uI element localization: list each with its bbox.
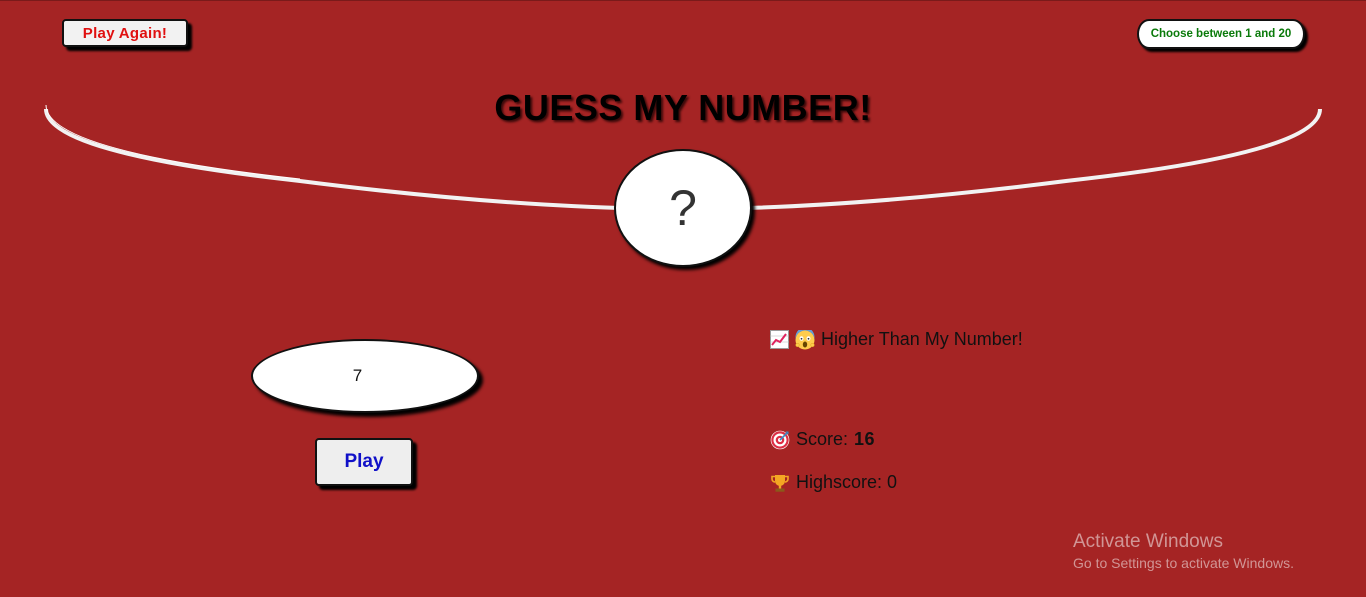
activate-windows-watermark: Activate Windows Go to Settings to activ…: [1073, 531, 1294, 571]
screaming-face-icon: [795, 329, 815, 350]
play-again-button[interactable]: Play Again!: [62, 19, 188, 47]
secret-number-circle: ?: [614, 149, 752, 267]
score-value: 16: [854, 429, 876, 449]
chart-increasing-icon: [770, 330, 789, 349]
highscore-value: 0: [887, 472, 898, 492]
score-label: Score:: [796, 429, 849, 449]
trophy-icon: [770, 473, 790, 493]
highscore-label: Highscore:: [796, 472, 883, 492]
range-hint: Choose between 1 and 20: [1137, 19, 1305, 49]
guess-message: Higher Than My Number!: [770, 329, 1023, 350]
guess-input[interactable]: [251, 339, 479, 413]
game-page: Play Again! Choose between 1 and 20 GUES…: [0, 0, 1366, 597]
target-icon: [770, 430, 790, 450]
score-display: Score: 16: [770, 429, 875, 450]
guess-message-text: Higher Than My Number!: [821, 329, 1023, 349]
play-button[interactable]: Play: [315, 438, 413, 486]
watermark-subtitle: Go to Settings to activate Windows.: [1073, 555, 1294, 571]
highscore-display: Highscore: 0: [770, 472, 897, 493]
watermark-title: Activate Windows: [1073, 531, 1223, 552]
page-title: GUESS MY NUMBER!: [494, 87, 872, 128]
